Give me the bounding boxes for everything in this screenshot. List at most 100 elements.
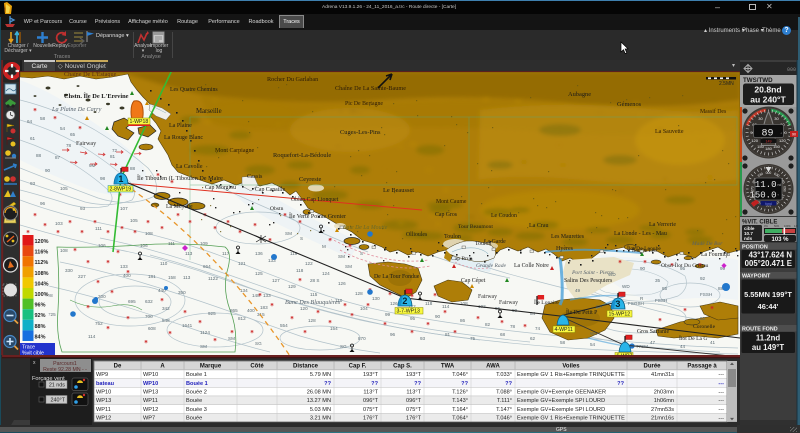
svg-text:106: 106 xyxy=(98,243,106,248)
svg-text:Exemple GV+Exemple SPI LOURD: Exemple GV+Exemple SPI LOURD xyxy=(517,398,605,404)
svg-text:Cap F.: Cap F. xyxy=(349,364,367,370)
svg-text:au 149°T: au 149°T xyxy=(752,343,784,352)
svg-text:865: 865 xyxy=(230,308,238,313)
svg-text:88: 88 xyxy=(36,153,42,158)
svg-text:104: 104 xyxy=(360,306,368,311)
svg-text:342: 342 xyxy=(162,306,170,311)
svg-text:Île Verte Pointe Grenier: Île Verte Pointe Grenier xyxy=(289,212,346,220)
svg-text:122: 122 xyxy=(305,261,313,266)
svg-text:117: 117 xyxy=(222,251,230,256)
svg-text:2-8WP19: 2-8WP19 xyxy=(110,187,132,193)
svg-text:Île Du Petit P: Île Du Petit P xyxy=(566,308,597,316)
svg-text:134: 134 xyxy=(240,288,248,293)
svg-text:13.27 MN: 13.27 MN xyxy=(307,398,331,404)
svg-text:127: 127 xyxy=(272,278,280,283)
svg-text:Île Tiboulen (L Tiboulen De Ma: Île Tiboulen (L Tiboulen De Maïre xyxy=(137,174,223,182)
svg-text:90: 90 xyxy=(435,314,441,319)
svg-text:121: 121 xyxy=(238,261,246,266)
svg-text:TWA: TWA xyxy=(441,364,455,370)
svg-text:64: 64 xyxy=(27,119,33,124)
svg-text:1-WP18: 1-WP18 xyxy=(130,119,149,125)
svg-text:AWA: AWA xyxy=(486,364,500,370)
svg-text:Baie De La Moutte: Baie De La Moutte xyxy=(343,225,388,231)
svg-text:120: 120 xyxy=(779,138,786,143)
svg-text:15-WP12: 15-WP12 xyxy=(609,312,631,318)
svg-text:Bouée: Bouée xyxy=(186,398,202,404)
svg-text:3.21 MN: 3.21 MN xyxy=(310,415,331,421)
svg-text:La Fourniqu: La Fourniqu xyxy=(701,252,730,258)
svg-text:TWS/TWD: TWS/TWD xyxy=(743,77,773,84)
svg-text:11.2nd: 11.2nd xyxy=(756,334,781,343)
svg-text:176°T: 176°T xyxy=(363,415,379,421)
svg-text:nd: nd xyxy=(778,183,782,187)
svg-text:2.5MN: 2.5MN xyxy=(719,81,734,87)
svg-text:Marque: Marque xyxy=(200,364,222,370)
svg-text:Roquefort-La-Bédoule: Roquefort-La-Bédoule xyxy=(273,152,331,159)
svg-text:Bouée: Bouée xyxy=(186,415,202,421)
svg-text:74: 74 xyxy=(535,326,541,331)
svg-text:La Londe - Les - Mau: La Londe - Les - Mau xyxy=(614,231,667,237)
svg-text:35: 35 xyxy=(655,278,661,283)
svg-text:Hyères: Hyères xyxy=(556,246,574,252)
svg-text:La Sauvette: La Sauvette xyxy=(655,129,684,135)
svg-text:5.03 MN: 5.03 MN xyxy=(310,407,331,413)
svg-text:112%: 112% xyxy=(35,260,49,266)
svg-text:44: 44 xyxy=(680,344,686,349)
svg-text:La Colle Noire: La Colle Noire xyxy=(514,263,549,269)
svg-text:61: 61 xyxy=(30,136,36,141)
svg-text:WP11: WP11 xyxy=(96,407,111,413)
svg-text:Chstn. Île De L'Erevine: Chstn. Île De L'Erevine xyxy=(64,92,129,100)
svg-text:Marseille: Marseille xyxy=(196,108,222,115)
svg-text:115: 115 xyxy=(310,292,318,297)
svg-text:116%: 116% xyxy=(35,250,49,256)
svg-text:Banc Des Blauquières: Banc Des Blauquières xyxy=(285,299,341,306)
svg-text:Cuges-Les-Pins: Cuges-Les-Pins xyxy=(340,129,381,136)
svg-text:68: 68 xyxy=(500,332,506,337)
svg-text:Toulon: Toulon xyxy=(444,234,461,240)
svg-text:108%: 108% xyxy=(35,271,49,277)
svg-text:120: 120 xyxy=(751,138,758,143)
svg-text:Gémenos: Gémenos xyxy=(617,101,642,108)
svg-text:92%: 92% xyxy=(35,313,46,319)
svg-text:WAYPOINT: WAYPOINT xyxy=(742,273,771,279)
svg-text:88: 88 xyxy=(130,166,136,171)
svg-text:103 %: 103 % xyxy=(771,237,789,243)
svg-text:105: 105 xyxy=(60,186,68,191)
svg-text:000: 000 xyxy=(787,67,796,73)
svg-text:T.033°: T.033° xyxy=(496,372,512,378)
svg-text:90: 90 xyxy=(640,266,646,271)
svg-text:---: --- xyxy=(718,381,724,387)
svg-text:Fairway: Fairway xyxy=(499,300,518,306)
svg-text:Ollioules: Ollioules xyxy=(406,232,428,238)
svg-text:Voiles: Voiles xyxy=(562,364,580,370)
svg-text:??: ?? xyxy=(324,381,331,387)
svg-text:110: 110 xyxy=(160,261,168,266)
svg-text:S: S xyxy=(300,236,303,241)
svg-text:111: 111 xyxy=(95,226,102,231)
svg-text:105: 105 xyxy=(130,218,138,223)
svg-text:FSSH: FSSH xyxy=(655,298,667,303)
svg-text:78: 78 xyxy=(66,143,72,148)
svg-text:27mn53s: 27mn53s xyxy=(651,407,674,413)
svg-text:%VIT. CIBLE: %VIT. CIBLE xyxy=(742,220,777,226)
svg-text:De: De xyxy=(114,364,122,370)
svg-text:La Moyade: La Moyade xyxy=(166,204,193,210)
svg-text:78: 78 xyxy=(510,324,516,329)
svg-text:120%: 120% xyxy=(35,239,49,245)
svg-text:??: ?? xyxy=(371,381,378,387)
svg-text:183: 183 xyxy=(260,305,268,310)
svg-text:WP10: WP10 xyxy=(143,372,158,378)
svg-text:De La Tour Fondue: De La Tour Fondue xyxy=(374,274,420,280)
svg-text:58: 58 xyxy=(560,340,566,345)
svg-text:Ceyreste: Ceyreste xyxy=(299,176,322,183)
svg-text:Oblan Cap Lionquet: Oblan Cap Lionquet xyxy=(291,197,339,203)
svg-text:96: 96 xyxy=(390,332,396,337)
svg-text:SM: SM xyxy=(228,336,235,341)
svg-text:128: 128 xyxy=(308,318,316,323)
svg-text:Cap Canaille: Cap Canaille xyxy=(255,187,286,193)
svg-text:SM: SM xyxy=(338,254,345,259)
svg-text:Îlot De Leo: Îlot De Leo xyxy=(632,246,657,254)
svg-text:T.111°: T.111° xyxy=(497,398,512,404)
svg-text:158: 158 xyxy=(168,275,176,280)
svg-text:400: 400 xyxy=(247,308,255,313)
